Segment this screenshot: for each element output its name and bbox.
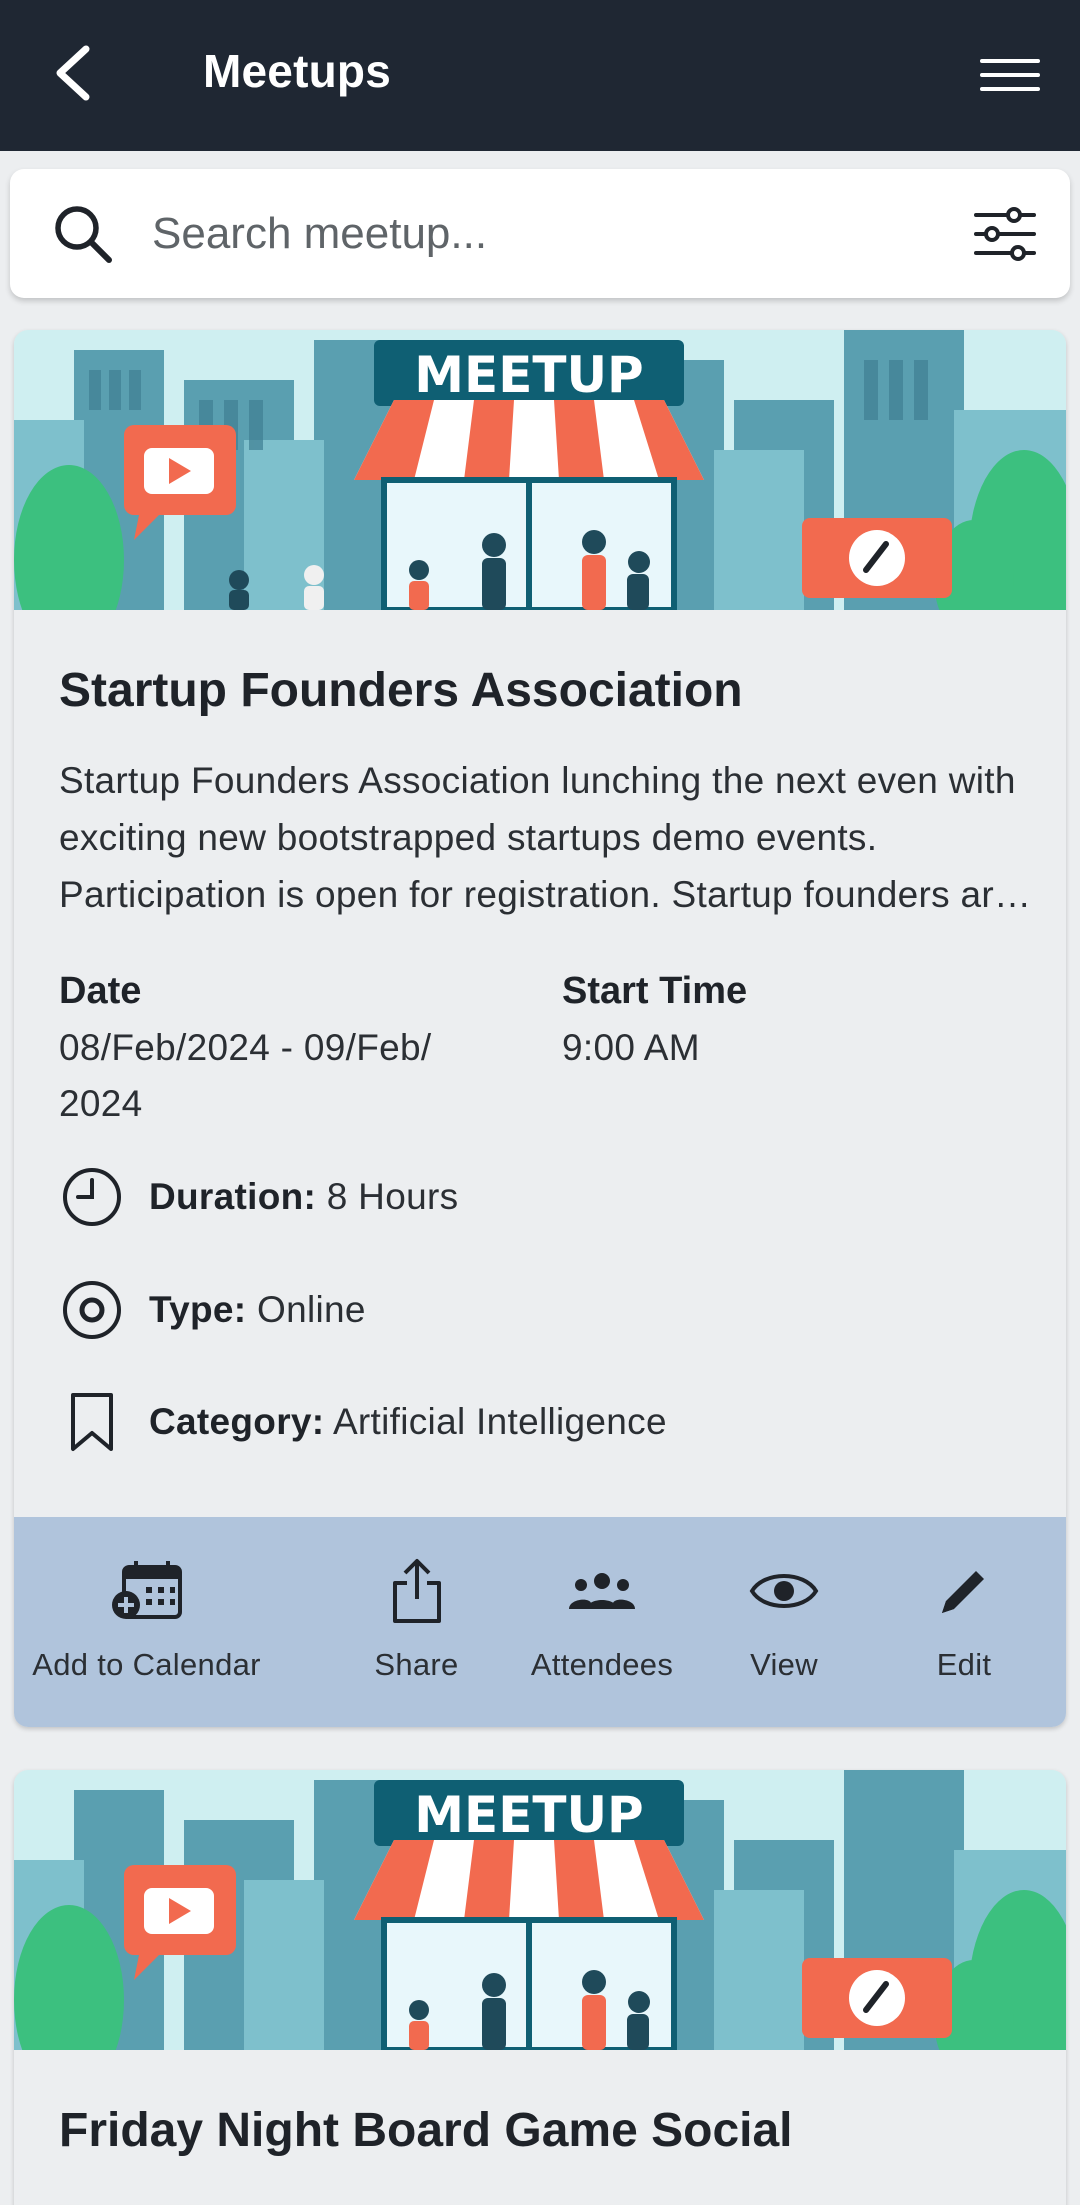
edit-label: Edit <box>936 1647 992 1682</box>
type-row: Type: Online <box>59 1275 366 1345</box>
meetup-title[interactable]: Startup Founders Association <box>59 663 743 718</box>
clock-icon <box>63 1168 121 1226</box>
calendar-add-icon <box>111 1561 182 1619</box>
type-value: Online <box>257 1289 366 1330</box>
start-time-label: Start Time <box>562 970 748 1012</box>
share-button[interactable]: Share <box>334 1517 499 1727</box>
filter-sliders-icon[interactable] <box>970 199 1040 269</box>
duration-label: Duration: <box>149 1176 317 1217</box>
hamburger-menu-icon <box>980 59 1040 91</box>
type-label: Type: <box>149 1289 247 1330</box>
add-to-calendar-button[interactable]: Add to Calendar <box>32 1517 261 1727</box>
bookmark-icon <box>71 1393 113 1451</box>
page-title: Meetups <box>203 45 391 97</box>
share-icon <box>392 1559 441 1623</box>
back-arrow-icon <box>56 45 90 101</box>
date-label: Date <box>59 970 142 1012</box>
search-bar <box>10 169 1070 298</box>
app-bar: Meetups <box>0 0 1080 151</box>
duration-value: 8 Hours <box>326 1176 459 1217</box>
add-to-calendar-label: Add to Calendar <box>32 1647 261 1682</box>
meetup-description: Startup Founders Association lunching th… <box>59 760 1016 915</box>
category-label: Category: <box>149 1401 325 1442</box>
date-value: 08/Feb/2024 - 09/Feb/ 2024 <box>59 1027 432 1124</box>
attendees-button[interactable]: Attendees <box>512 1517 692 1727</box>
share-label: Share <box>374 1647 459 1682</box>
meetup-card[interactable]: MEETUP Friday Night Board Game Social <box>14 1770 1066 2205</box>
menu-button[interactable] <box>972 40 1048 110</box>
category-value: Artificial Intelligence <box>332 1401 667 1442</box>
start-time-value: 9:00 AM <box>562 1027 700 1068</box>
meetup-action-bar: Add to Calendar Share Attendees View Edi… <box>14 1517 1066 1727</box>
meetup-banner-image: MEETUP <box>14 330 1066 610</box>
search-input[interactable] <box>152 203 932 265</box>
banner-text: MEETUP <box>414 346 643 404</box>
view-button[interactable]: View <box>714 1517 854 1727</box>
view-label: View <box>750 1647 818 1682</box>
pencil-icon <box>942 1571 984 1613</box>
target-circle-icon <box>63 1281 121 1339</box>
back-button[interactable] <box>38 38 108 108</box>
category-row: Category: Artificial Intelligence <box>59 1387 667 1457</box>
meetup-banner-image: MEETUP <box>14 1770 1066 2050</box>
people-icon <box>569 1573 635 1609</box>
meetup-card[interactable]: MEETUP Startup Founders Association Star… <box>14 330 1066 1727</box>
banner-text: MEETUP <box>414 1786 643 1844</box>
attendees-label: Attendees <box>530 1647 674 1682</box>
duration-row: Duration: 8 Hours <box>59 1162 458 1232</box>
search-icon[interactable] <box>50 201 116 267</box>
eye-icon <box>749 1574 819 1608</box>
meetup-title[interactable]: Friday Night Board Game Social <box>59 2103 793 2158</box>
edit-button[interactable]: Edit <box>894 1517 1034 1727</box>
